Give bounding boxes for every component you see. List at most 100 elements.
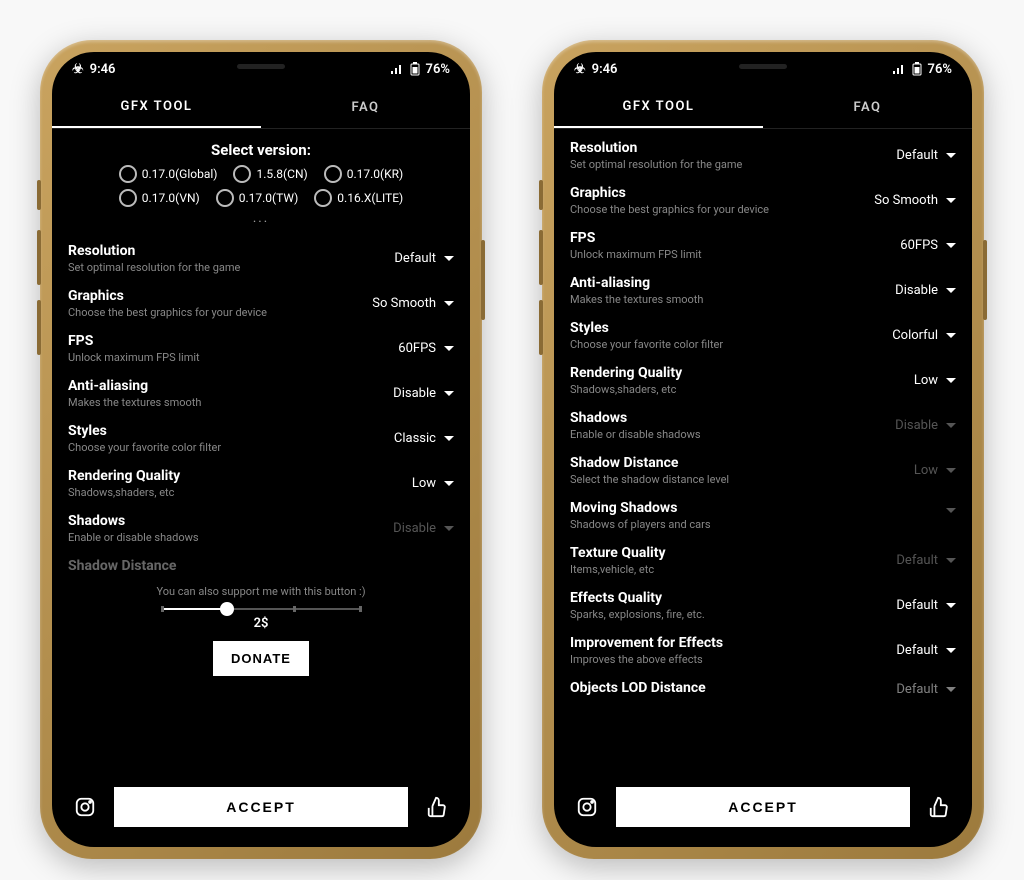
setting-shadow-distance: Shadow DistanceSelect the shadow distanc… xyxy=(570,448,956,493)
setting-moving-shadows: Moving ShadowsShadows of players and car… xyxy=(570,493,956,538)
graphics-dropdown[interactable]: So Smooth xyxy=(372,288,454,311)
setting-effects-quality: Effects QualitySparks, explosions, fire,… xyxy=(570,583,956,628)
version-tw[interactable]: 0.17.0(TW) xyxy=(216,189,299,207)
tab-gfx-tool[interactable]: GFX TOOL xyxy=(52,86,261,128)
shadows-dropdown[interactable]: Disable xyxy=(393,513,454,536)
radio-icon xyxy=(119,189,137,207)
version-vn[interactable]: 0.17.0(VN) xyxy=(119,189,200,207)
setting-styles: StylesChoose your favorite color filter … xyxy=(570,313,956,358)
tab-gfx-tool[interactable]: GFX TOOL xyxy=(554,86,763,128)
status-time: 9:46 xyxy=(592,62,618,77)
biohazard-icon: ☣ xyxy=(72,62,84,77)
anti-aliasing-dropdown[interactable]: Disable xyxy=(895,275,956,298)
bottom-bar: ACCEPT xyxy=(554,775,972,847)
radio-icon xyxy=(216,189,234,207)
chevron-down-icon xyxy=(946,603,956,608)
styles-dropdown[interactable]: Classic xyxy=(394,423,454,446)
biohazard-icon: ☣ xyxy=(574,62,586,77)
shadow-distance-dropdown[interactable]: Low xyxy=(914,455,956,478)
accept-button[interactable]: ACCEPT xyxy=(616,787,910,827)
chevron-down-icon xyxy=(946,648,956,653)
content-area: Select version: 0.17.0(Global) 1.5.8(CN)… xyxy=(52,129,470,775)
tab-bar: GFX TOOL FAQ xyxy=(52,86,470,129)
screen: ☣ 9:46 76% GFX TOOL FAQ ResolutionSet op… xyxy=(554,52,972,847)
anti-aliasing-dropdown[interactable]: Disable xyxy=(393,378,454,401)
shadows-dropdown[interactable]: Disable xyxy=(895,410,956,433)
chevron-down-icon xyxy=(946,333,956,338)
setting-rendering-quality: Rendering QualityShadows,shaders, etc Lo… xyxy=(68,461,454,506)
version-lite[interactable]: 0.16.X(LITE) xyxy=(314,189,403,207)
donate-button[interactable]: DONATE xyxy=(213,641,309,676)
setting-texture-quality: Texture QualityItems,vehicle, etc Defaul… xyxy=(570,538,956,583)
accept-button[interactable]: ACCEPT xyxy=(114,787,408,827)
texture-quality-dropdown[interactable]: Default xyxy=(896,545,956,568)
chevron-down-icon xyxy=(444,526,454,531)
donate-value: 2$ xyxy=(68,616,454,631)
setting-styles: StylesChoose your favorite color filter … xyxy=(68,416,454,461)
chevron-down-icon xyxy=(444,256,454,261)
battery-percent: 76% xyxy=(426,62,450,77)
styles-dropdown[interactable]: Colorful xyxy=(892,320,956,343)
setting-graphics: GraphicsChoose the best graphics for you… xyxy=(570,178,956,223)
fps-dropdown[interactable]: 60FPS xyxy=(398,333,454,356)
fps-dropdown[interactable]: 60FPS xyxy=(900,230,956,253)
screen: ☣ 9:46 76% GFX TOOL FAQ Select version: xyxy=(52,52,470,847)
slider-thumb[interactable] xyxy=(220,602,234,616)
donate-slider[interactable] xyxy=(161,608,361,610)
thumbs-up-icon[interactable] xyxy=(926,794,952,820)
chevron-down-icon xyxy=(444,391,454,396)
rendering-quality-dropdown[interactable]: Low xyxy=(412,468,454,491)
tab-bar: GFX TOOL FAQ xyxy=(554,86,972,129)
setting-shadows: ShadowsEnable or disable shadows Disable xyxy=(570,403,956,448)
chevron-down-icon xyxy=(946,243,956,248)
donate-hint: You can also support me with this button… xyxy=(68,585,454,598)
setting-resolution: ResolutionSet optimal resolution for the… xyxy=(68,236,454,281)
bottom-bar: ACCEPT xyxy=(52,775,470,847)
content-area: ResolutionSet optimal resolution for the… xyxy=(554,129,972,775)
version-cn[interactable]: 1.5.8(CN) xyxy=(233,165,307,183)
version-kr[interactable]: 0.17.0(KR) xyxy=(324,165,404,183)
status-time: 9:46 xyxy=(90,62,116,77)
resolution-dropdown[interactable]: Default xyxy=(896,140,956,163)
chevron-down-icon xyxy=(946,153,956,158)
signal-icon xyxy=(390,63,404,75)
chevron-down-icon xyxy=(444,481,454,486)
setting-shadow-distance: Shadow Distance xyxy=(68,551,454,581)
tab-faq[interactable]: FAQ xyxy=(763,86,972,128)
rendering-quality-dropdown[interactable]: Low xyxy=(914,365,956,388)
instagram-icon[interactable] xyxy=(574,794,600,820)
resolution-dropdown[interactable]: Default xyxy=(394,243,454,266)
setting-fps: FPSUnlock maximum FPS limit 60FPS xyxy=(68,326,454,371)
setting-anti-aliasing: Anti-aliasingMakes the textures smooth D… xyxy=(68,371,454,416)
battery-icon xyxy=(912,62,922,76)
chevron-down-icon xyxy=(946,468,956,473)
chevron-down-icon xyxy=(444,301,454,306)
setting-graphics: GraphicsChoose the best graphics for you… xyxy=(68,281,454,326)
setting-fps: FPSUnlock maximum FPS limit 60FPS xyxy=(570,223,956,268)
more-versions[interactable]: ... xyxy=(68,211,454,226)
battery-icon xyxy=(410,62,420,76)
instagram-icon[interactable] xyxy=(72,794,98,820)
battery-percent: 76% xyxy=(928,62,952,77)
chevron-down-icon xyxy=(946,423,956,428)
improvement-effects-dropdown[interactable]: Default xyxy=(896,635,956,658)
notch xyxy=(171,52,351,80)
setting-resolution: ResolutionSet optimal resolution for the… xyxy=(570,133,956,178)
chevron-down-icon xyxy=(946,558,956,563)
setting-improvement-effects: Improvement for EffectsImproves the abov… xyxy=(570,628,956,673)
version-title: Select version: xyxy=(68,141,454,159)
phone-mockup-right: ☣ 9:46 76% GFX TOOL FAQ ResolutionSet op… xyxy=(542,40,984,859)
radio-icon xyxy=(119,165,137,183)
lod-distance-dropdown[interactable]: Default xyxy=(896,680,956,697)
version-global[interactable]: 0.17.0(Global) xyxy=(119,165,218,183)
moving-shadows-dropdown[interactable] xyxy=(938,500,956,513)
setting-rendering-quality: Rendering QualityShadows,shaders, etc Lo… xyxy=(570,358,956,403)
version-selector: 0.17.0(Global) 1.5.8(CN) 0.17.0(KR) 0.17… xyxy=(68,165,454,207)
effects-quality-dropdown[interactable]: Default xyxy=(896,590,956,613)
graphics-dropdown[interactable]: So Smooth xyxy=(874,185,956,208)
chevron-down-icon xyxy=(444,346,454,351)
chevron-down-icon xyxy=(946,508,956,513)
radio-icon xyxy=(314,189,332,207)
thumbs-up-icon[interactable] xyxy=(424,794,450,820)
tab-faq[interactable]: FAQ xyxy=(261,86,470,128)
